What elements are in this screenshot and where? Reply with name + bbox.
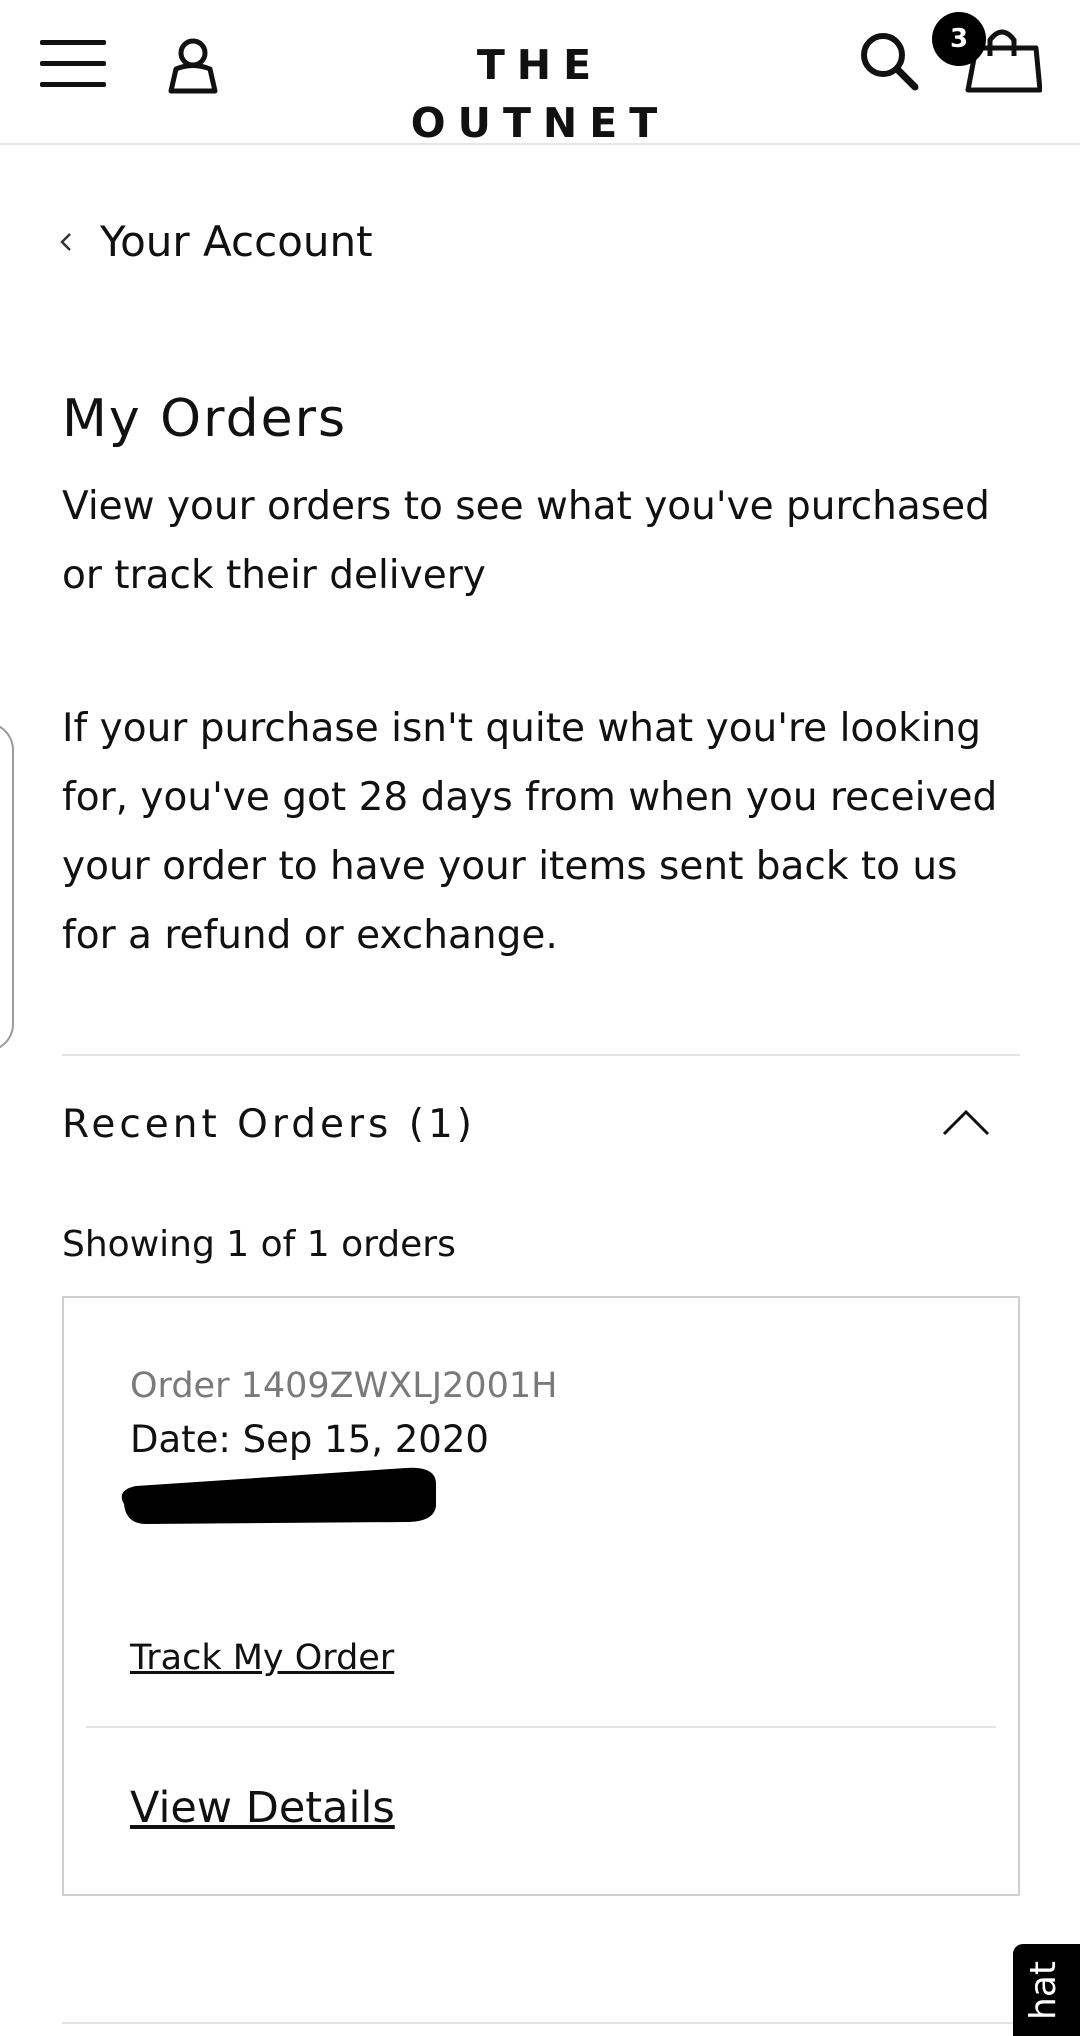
chat-button[interactable]: hat xyxy=(1013,1944,1080,2036)
recent-orders-accordion-header[interactable]: Recent Orders (1) xyxy=(62,1090,1020,1160)
site-header: THE OUTNET 3 xyxy=(0,0,1080,147)
redaction-mark xyxy=(121,1467,436,1524)
page-title: My Orders xyxy=(62,389,348,449)
cart-count-badge[interactable]: 3 xyxy=(932,12,986,66)
orders-count-text: Showing 1 of 1 orders xyxy=(62,1224,456,1265)
intro-text: View your orders to see what you've purc… xyxy=(62,484,990,598)
recent-orders-title: Recent Orders (1) xyxy=(62,1102,476,1147)
search-icon[interactable] xyxy=(858,30,920,92)
card-divider xyxy=(86,1726,996,1728)
view-details-link[interactable]: View Details xyxy=(130,1776,395,1840)
account-icon[interactable] xyxy=(166,36,220,94)
brand-logo[interactable]: THE OUTNET xyxy=(340,36,740,147)
track-order-link[interactable]: Track My Order xyxy=(130,1630,394,1686)
returns-info-text: If your purchase isn't quite what you're… xyxy=(62,706,998,958)
menu-icon[interactable] xyxy=(40,38,108,90)
chat-label: hat xyxy=(1023,1961,1064,2020)
chevron-up-icon[interactable] xyxy=(940,1102,992,1142)
chevron-left-icon xyxy=(60,233,71,251)
section-divider xyxy=(62,1054,1020,1056)
order-card: Order 1409ZWXLJ2001H Date: Sep 15, 2020 … xyxy=(62,1296,1020,1896)
section-divider xyxy=(62,2022,1020,2024)
back-to-account-link[interactable]: Your Account xyxy=(56,212,373,272)
back-link-label: Your Account xyxy=(100,217,373,266)
side-feedback-tab[interactable] xyxy=(0,722,14,1052)
order-number: Order 1409ZWXLJ2001H xyxy=(130,1366,558,1406)
